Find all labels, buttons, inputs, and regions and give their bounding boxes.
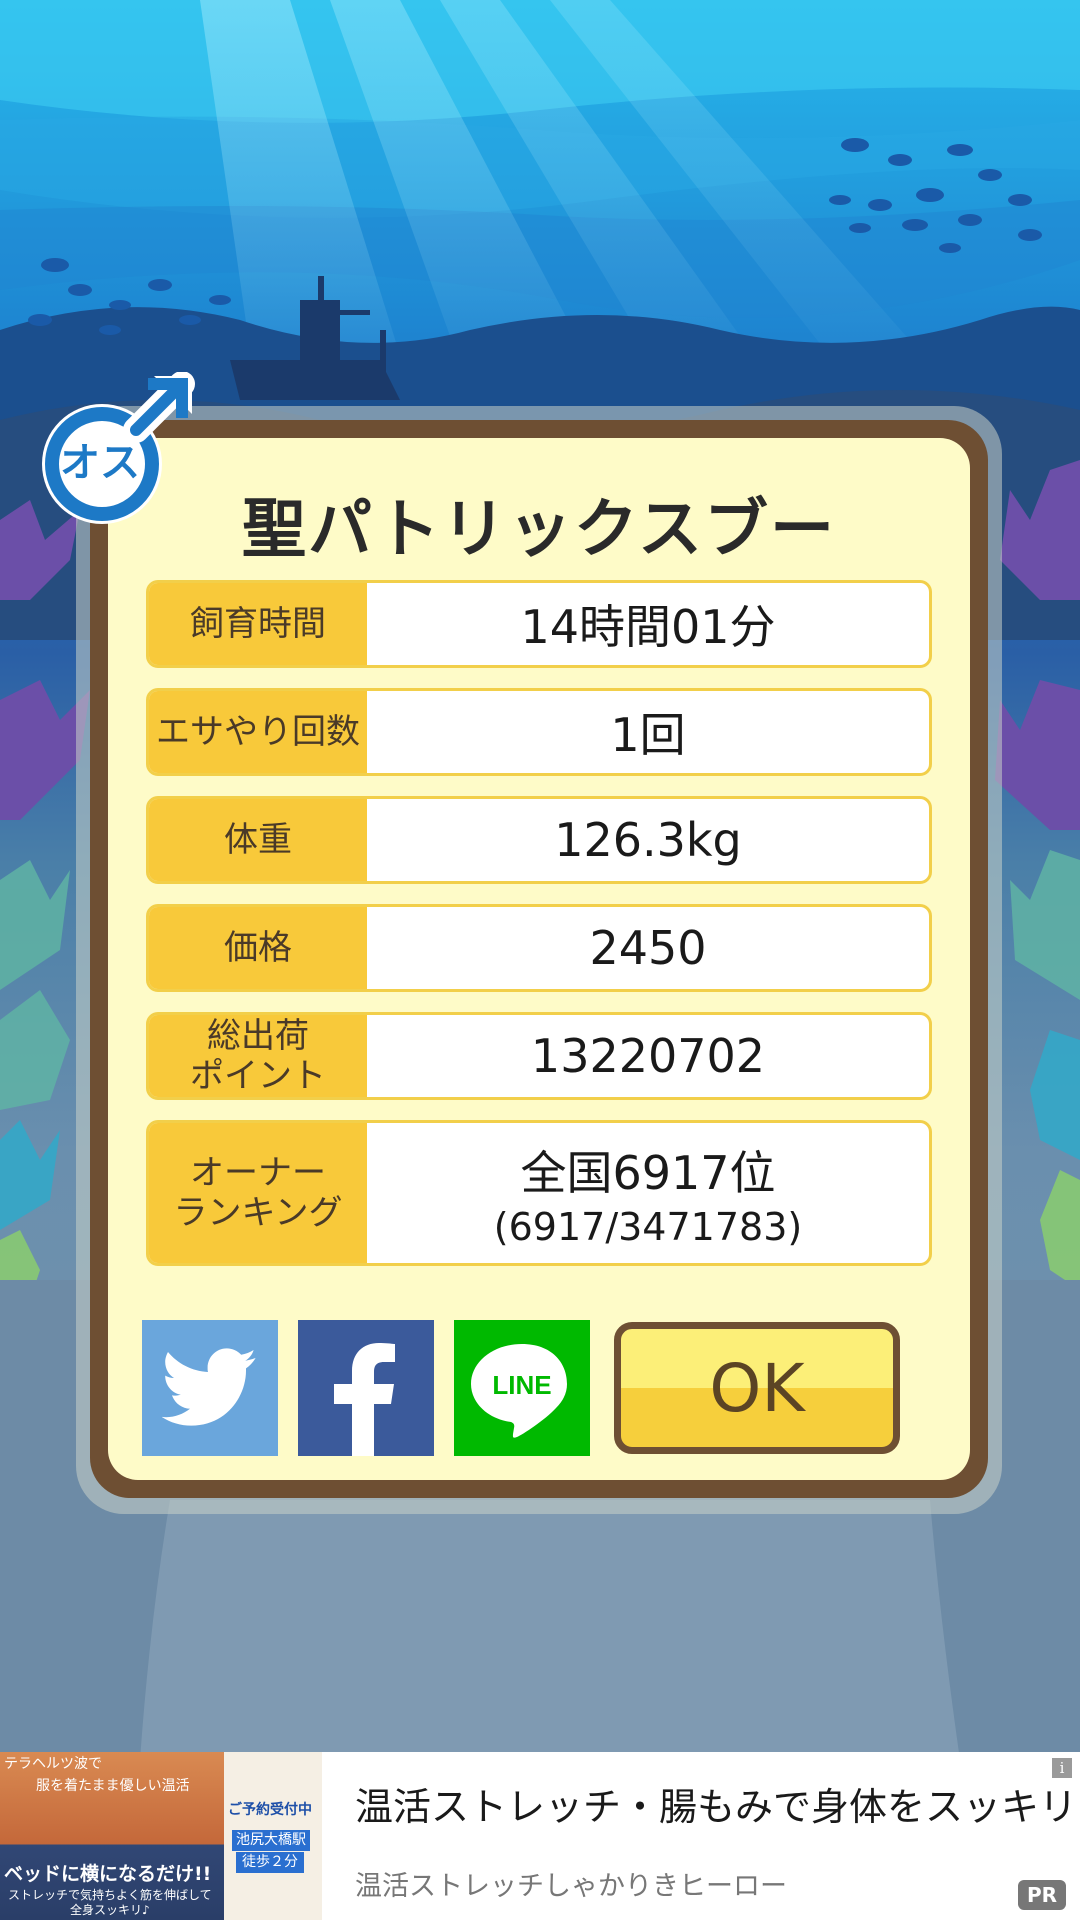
stat-value: 2450 bbox=[367, 907, 929, 989]
stat-label: 総出荷 ポイント bbox=[149, 1015, 367, 1097]
facebook-share-button[interactable] bbox=[298, 1320, 434, 1456]
ad-headline[interactable]: 温活ストレッチ・腸もみで身体をスッキリ bbox=[355, 1776, 1077, 1831]
game-screen: 聖パトリックスブー 飼育時間 14時間01分 エサやり回数 1回 体重 126.… bbox=[0, 0, 1080, 1920]
ad-image-text: ご予約受付中 bbox=[228, 1802, 312, 1818]
stat-row-price: 価格 2450 bbox=[146, 904, 932, 992]
ad-advertiser[interactable]: 温活ストレッチしゃかりきヒーロー bbox=[355, 1864, 787, 1903]
dialog-panel: 聖パトリックスブー 飼育時間 14時間01分 エサやり回数 1回 体重 126.… bbox=[108, 438, 970, 1480]
line-logo-icon: LINE bbox=[471, 1344, 567, 1438]
ranking-detail: (6917/3471783) bbox=[493, 1205, 803, 1249]
stat-label: 体重 bbox=[149, 799, 367, 881]
stat-value: 126.3kg bbox=[367, 799, 929, 881]
ad-image-text: テラヘルツ波で bbox=[4, 1756, 102, 1772]
stat-row-feed-count: エサやり回数 1回 bbox=[146, 688, 932, 776]
stat-label: 飼育時間 bbox=[149, 583, 367, 665]
ad-image-text: ストレッチで気持ちよく筋を伸ばして bbox=[8, 1888, 212, 1902]
ad-image-text: 服を着たまま優しい温活 bbox=[36, 1778, 190, 1794]
stat-label-line1: 総出荷 bbox=[207, 1016, 309, 1056]
ad-info-icon[interactable]: i bbox=[1052, 1758, 1072, 1778]
weight-value: 126.3kg bbox=[554, 813, 742, 867]
ad-image-text: 徒歩２分 bbox=[236, 1852, 304, 1873]
breeding-time-value: 14時間01分 bbox=[520, 600, 776, 654]
stat-label: 価格 bbox=[149, 907, 367, 989]
line-share-button[interactable]: LINE bbox=[454, 1320, 590, 1456]
ad-image-text: ベッドに横になるだけ!! bbox=[4, 1863, 212, 1885]
ad-pr-badge: PR bbox=[1018, 1880, 1066, 1910]
gender-badge-label: オス bbox=[60, 440, 140, 486]
twitter-bird-icon bbox=[162, 1348, 257, 1426]
stat-label-line2: ランキング bbox=[173, 1193, 343, 1233]
stat-value: 13220702 bbox=[367, 1015, 929, 1097]
stat-label: オーナー ランキング bbox=[149, 1123, 367, 1263]
feed-count-value: 1回 bbox=[610, 708, 686, 762]
male-gender-icon: オス bbox=[42, 372, 195, 524]
ad-banner[interactable]: テラヘルツ波で 服を着たまま優しい温活 ご予約受付中 池尻大橋駅 徒歩２分 ベッ… bbox=[0, 1752, 1080, 1920]
ok-button[interactable]: OK bbox=[614, 1322, 900, 1454]
ad-image-text: 池尻大橋駅 bbox=[232, 1830, 310, 1851]
ad-image-text: 全身スッキリ♪ bbox=[70, 1903, 150, 1917]
ad-image[interactable]: テラヘルツ波で 服を着たまま優しい温活 ご予約受付中 池尻大橋駅 徒歩２分 ベッ… bbox=[0, 1752, 322, 1920]
stat-row-total-shipping-points: 総出荷 ポイント 13220702 bbox=[146, 1012, 932, 1100]
twitter-share-button[interactable] bbox=[142, 1320, 278, 1456]
stat-value: 1回 bbox=[367, 691, 929, 773]
stat-row-breeding-time: 飼育時間 14時間01分 bbox=[146, 580, 932, 668]
stat-label-line2: ポイント bbox=[190, 1056, 326, 1096]
pig-name-title: 聖パトリックスブー bbox=[242, 493, 836, 567]
price-value: 2450 bbox=[589, 921, 707, 975]
stat-value: 全国6917位 (6917/3471783) bbox=[367, 1123, 929, 1263]
stat-label: エサやり回数 bbox=[149, 691, 367, 773]
total-points-value: 13220702 bbox=[530, 1029, 766, 1083]
ranking-value: 全国6917位 bbox=[520, 1146, 776, 1200]
stat-row-owner-ranking: オーナー ランキング 全国6917位 (6917/3471783) bbox=[146, 1120, 932, 1266]
facebook-f-icon bbox=[334, 1343, 395, 1456]
stat-value: 14時間01分 bbox=[367, 583, 929, 665]
stat-label-line1: オーナー bbox=[189, 1153, 326, 1193]
pig-status-dialog: 聖パトリックスブー 飼育時間 14時間01分 エサやり回数 1回 体重 126.… bbox=[90, 420, 988, 1498]
line-logo-text: LINE bbox=[492, 1370, 551, 1400]
stat-row-weight: 体重 126.3kg bbox=[146, 796, 932, 884]
